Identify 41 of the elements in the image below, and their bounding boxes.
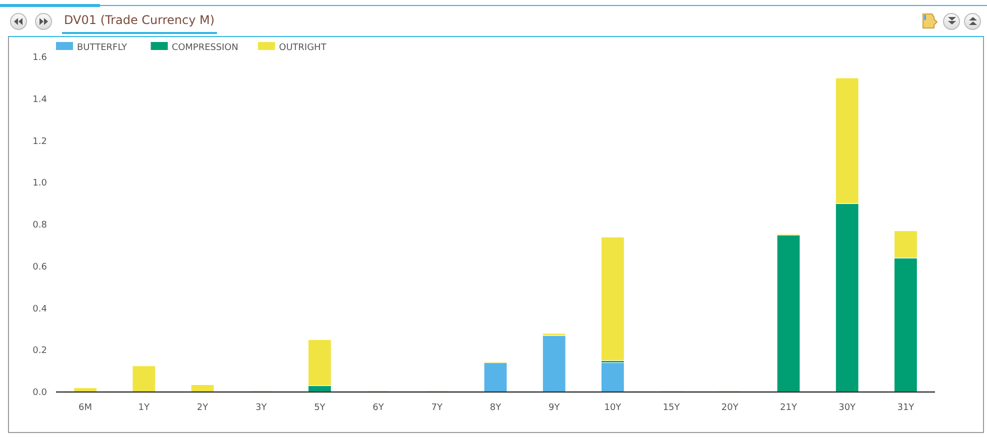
y-tick-label: 1.0 [32, 178, 47, 189]
legend-swatch [150, 42, 168, 50]
x-tick-label: 5Y [314, 403, 326, 413]
legend-label: COMPRESSION [172, 43, 238, 53]
legend-swatch [258, 42, 275, 50]
x-tick-label: 1Y [138, 403, 150, 413]
x-tick-label: 10Y [604, 403, 622, 413]
x-tick-label: 15Y [662, 403, 680, 413]
x-tick-label: 20Y [721, 403, 738, 413]
x-tick-label: 8Y [490, 403, 502, 413]
fast-forward-icon [39, 18, 48, 24]
y-tick-label: 0.8 [32, 220, 47, 230]
x-tick-label: 6Y [372, 403, 384, 413]
x-tick-label: 7Y [431, 403, 443, 413]
x-tick-label: 3Y [255, 403, 267, 413]
y-tick-label: 0.2 [32, 346, 47, 356]
bar-segment [132, 366, 156, 392]
x-tick-label: 30Y [838, 403, 856, 413]
double-chevron-up-icon [968, 17, 976, 25]
legend-label: OUTRIGHT [279, 43, 326, 53]
rewind-icon [14, 18, 23, 24]
collapse-up-button[interactable] [964, 12, 981, 30]
collapse-down-button[interactable] [943, 12, 960, 30]
x-tick-label: 21Y [780, 403, 797, 413]
legend-swatch [56, 42, 73, 50]
y-tick-label: 0.0 [32, 388, 47, 398]
x-tick-label: 9Y [548, 403, 560, 413]
bar-segment [74, 388, 98, 392]
previous-button[interactable] [10, 12, 27, 30]
double-chevron-down-icon [948, 17, 956, 25]
x-tick-label: 31Y [897, 403, 914, 413]
y-tick-label: 1.4 [32, 94, 47, 105]
y-tick-label: 1.2 [32, 136, 47, 147]
x-tick-label: 2Y [196, 403, 208, 413]
chart-tab[interactable]: DV01 (Trade Currency M) [62, 8, 217, 34]
y-tick-label: 0.6 [32, 262, 47, 272]
y-tick-label: 1.6 [32, 53, 47, 63]
legend-label: BUTTERFLY [77, 43, 128, 53]
next-button[interactable] [35, 12, 52, 30]
x-tick-label: 6M [78, 403, 92, 413]
y-tick-label: 0.4 [32, 304, 47, 314]
